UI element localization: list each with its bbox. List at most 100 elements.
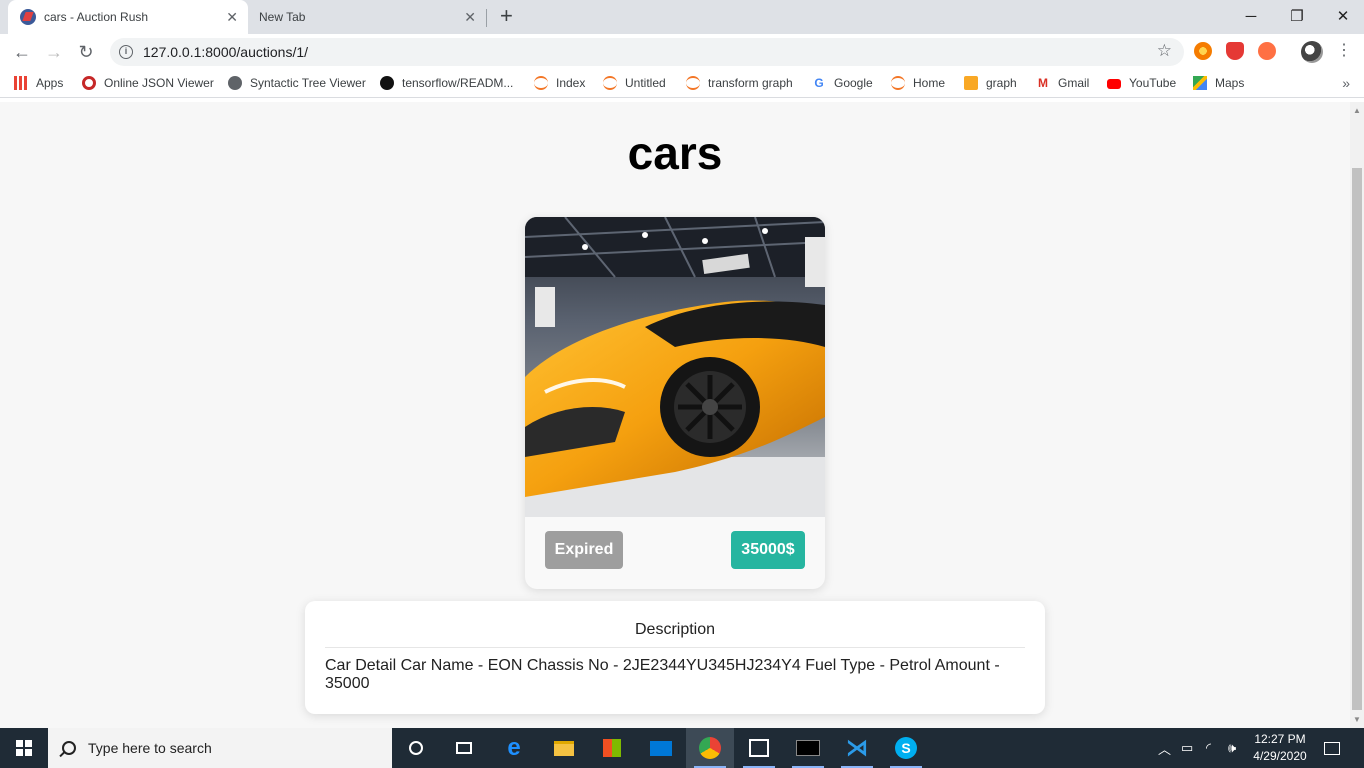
github-icon: [380, 76, 394, 90]
jupyter-icon: [603, 76, 617, 90]
bookmarks-overflow-icon[interactable]: »: [1342, 75, 1350, 91]
globe-icon: [228, 76, 242, 90]
scrollbar-thumb[interactable]: [1352, 168, 1362, 710]
taskbar-search-box[interactable]: Type here to search: [48, 728, 392, 768]
forward-button[interactable]: →: [42, 40, 66, 64]
jupyter-icon: [686, 76, 700, 90]
video-editor-icon[interactable]: [735, 728, 783, 768]
skype-icon[interactable]: S: [882, 728, 930, 768]
back-button[interactable]: ←: [10, 40, 34, 64]
bookmark-online-json-viewer[interactable]: Online JSON Viewer: [82, 76, 214, 90]
bookmark-untitled[interactable]: Untitled: [603, 76, 666, 90]
maps-icon: [1193, 76, 1207, 90]
bookmark-maps[interactable]: Maps: [1193, 76, 1244, 90]
minimize-button[interactable]: ─: [1228, 0, 1274, 32]
bookmark-label: YouTube: [1129, 76, 1177, 90]
reload-button[interactable]: ↻: [74, 40, 98, 64]
bookmark-transform-graph[interactable]: transform graph: [686, 76, 793, 90]
gmail-icon: M: [1038, 76, 1048, 90]
jupyter-icon: [891, 76, 905, 90]
bookmark-apps[interactable]: Apps: [14, 76, 63, 90]
tab-label: New Tab: [259, 10, 306, 24]
bookmark-index[interactable]: Index: [534, 76, 585, 90]
start-button[interactable]: [0, 728, 48, 768]
restore-button[interactable]: ❐: [1274, 0, 1320, 32]
tab-label: cars - Auction Rush: [44, 10, 149, 24]
notifications-icon[interactable]: [1324, 728, 1340, 768]
taskbar-search-placeholder: Type here to search: [88, 740, 212, 756]
battery-icon[interactable]: ▭: [1181, 728, 1193, 768]
scroll-down-arrow-icon[interactable]: ▼: [1353, 715, 1361, 724]
file-explorer-icon[interactable]: [540, 728, 588, 768]
profile-avatar[interactable]: [1301, 41, 1323, 63]
bookmark-label: Maps: [1215, 76, 1245, 90]
search-icon: [62, 741, 76, 755]
close-tab-icon[interactable]: ✕: [464, 9, 476, 25]
bookmark-label: Syntactic Tree Viewer: [250, 76, 366, 90]
microsoft-store-icon[interactable]: [588, 728, 636, 768]
shield-extension-icon[interactable]: [1226, 42, 1244, 60]
address-url[interactable]: 127.0.0.1:8000/auctions/1/: [143, 44, 308, 60]
bookmark-graph[interactable]: graph: [964, 76, 1017, 90]
auction-card: Expired 35000$: [525, 217, 825, 589]
bookmark-home[interactable]: Home: [891, 76, 945, 90]
bookmark-label: Google: [834, 76, 873, 90]
chrome-taskbar-icon[interactable]: [686, 728, 734, 768]
page-scrollbar[interactable]: ▲ ▼: [1350, 102, 1364, 728]
bookmark-google[interactable]: G Google: [812, 76, 873, 90]
site-info-icon[interactable]: i: [119, 45, 133, 59]
tab-new-tab[interactable]: New Tab ✕: [248, 0, 486, 34]
close-window-button[interactable]: ✕: [1320, 0, 1364, 32]
description-heading: Description: [634, 621, 716, 638]
address-bar[interactable]: i 127.0.0.1:8000/auctions/1/ ☆: [110, 38, 1184, 66]
browser-menu-icon[interactable]: ⋮: [1336, 42, 1352, 60]
wifi-icon[interactable]: ◜: [1206, 728, 1211, 768]
edge-browser-icon[interactable]: e: [490, 728, 538, 768]
terminal-icon[interactable]: [784, 728, 832, 768]
price-badge: 35000$: [731, 531, 805, 569]
fire-extension-icon[interactable]: [1194, 42, 1212, 60]
volume-icon[interactable]: 🕪: [1228, 728, 1236, 768]
clock-time: 12:27 PM: [1254, 732, 1306, 746]
tab-auction-rush[interactable]: cars - Auction Rush ✕: [8, 0, 248, 34]
bookmark-label: Gmail: [1058, 76, 1090, 90]
windows-taskbar: Type here to search e ⋊ S ︿ ▭ ◜ 🕪 12:27 …: [0, 728, 1364, 768]
bookmark-tensorflow-readme[interactable]: tensorflow/READM...: [380, 76, 513, 90]
bookmark-label: graph: [986, 76, 1017, 90]
system-clock[interactable]: 12:27 PM 4/29/2020: [1248, 731, 1312, 765]
page-title: cars: [627, 127, 723, 179]
car-image: [525, 217, 825, 517]
description-text: Car Detail Car Name - EON Chassis No - 2…: [325, 657, 1000, 692]
bookmark-star-icon[interactable]: ☆: [1157, 41, 1172, 61]
description-divider: [325, 647, 1025, 648]
windows-logo-icon: [16, 740, 32, 756]
show-hidden-icons[interactable]: ︿: [1158, 728, 1171, 768]
cortana-icon[interactable]: [392, 728, 440, 768]
mail-icon[interactable]: [637, 728, 685, 768]
duckduckgo-extension-icon[interactable]: [1258, 42, 1276, 60]
tab-strip: cars - Auction Rush ✕ New Tab ✕ + ─ ❐ ✕: [0, 0, 1364, 34]
scroll-up-arrow-icon[interactable]: ▲: [1353, 106, 1361, 115]
bookmark-label: Online JSON Viewer: [104, 76, 214, 90]
bookmark-gmail[interactable]: M Gmail: [1036, 76, 1089, 90]
expired-status-badge: Expired: [545, 531, 623, 569]
close-tab-icon[interactable]: ✕: [226, 9, 238, 25]
bookmark-label: Home: [913, 76, 946, 90]
bookmark-label: transform graph: [708, 76, 793, 90]
browser-toolbar: ← → ↻ i 127.0.0.1:8000/auctions/1/ ☆ ⋮: [0, 34, 1364, 70]
apps-grid-icon: [14, 76, 28, 90]
bookmark-label: Index: [556, 76, 586, 90]
tab-separator: [486, 9, 487, 27]
auction-rush-favicon-icon: [20, 9, 36, 25]
task-view-icon[interactable]: [440, 728, 488, 768]
google-icon: G: [814, 76, 824, 90]
bookmark-label: Apps: [36, 76, 64, 90]
bookmark-youtube[interactable]: YouTube: [1107, 76, 1176, 90]
description-panel: Description Car Detail Car Name - EON Ch…: [305, 601, 1045, 714]
bookmark-syntactic-tree-viewer[interactable]: Syntactic Tree Viewer: [228, 76, 366, 90]
vscode-icon[interactable]: ⋊: [833, 728, 881, 768]
new-tab-button[interactable]: +: [500, 5, 513, 27]
clock-date: 4/29/2020: [1253, 749, 1307, 763]
json-viewer-icon: [82, 76, 96, 90]
bookmark-label: Untitled: [625, 76, 666, 90]
